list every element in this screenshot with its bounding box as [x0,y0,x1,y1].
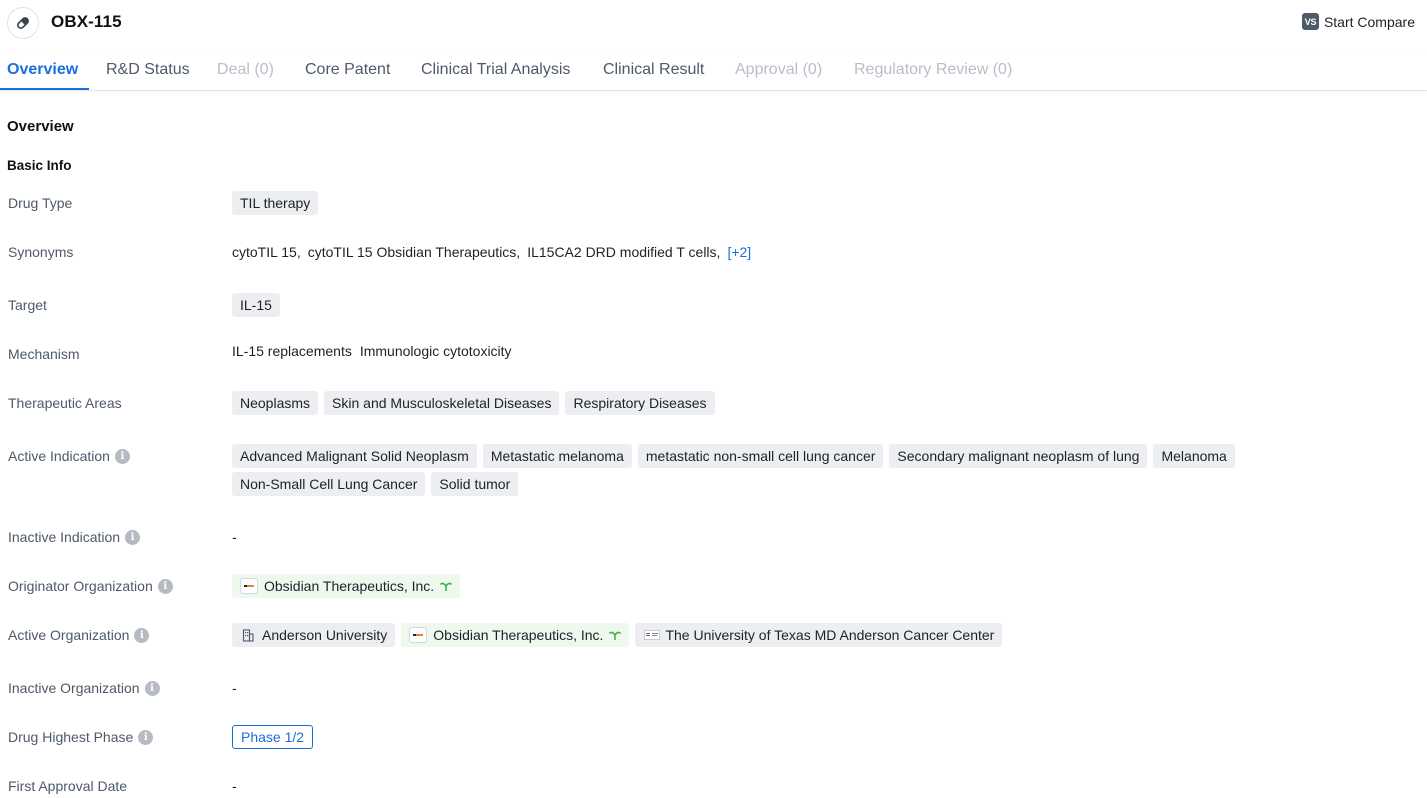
company-logo-icon [240,578,258,594]
info-icon[interactable]: i [134,627,150,643]
target-value: IL-15 [232,293,280,317]
inactive-indication-value: - [232,529,237,545]
institution-logo-icon [643,627,661,643]
tab-regulatory-review[interactable]: Regulatory Review (0) [854,61,1012,79]
start-compare-label: Start Compare [1323,13,1415,30]
mechanism-label: Mechanism [8,346,80,362]
originator-organization-value: Obsidian Therapeutics, Inc. [232,574,461,598]
section-title: Overview [7,118,74,135]
mechanism-value: IL-15 replacements Immunologic cytotoxic… [232,343,512,359]
basic-info-title: Basic Info [7,158,72,173]
pill-icon [7,7,39,39]
page-header: OBX-115 VS Start Compare [0,0,1427,46]
tab-clinical-trial-analysis[interactable]: Clinical Trial Analysis [421,61,570,79]
synonyms-label: Synonyms [8,244,74,260]
company-logo-icon [409,627,428,643]
drug-highest-phase-label: Drug Highest Phase i [8,729,154,745]
indication-tag[interactable]: Non-Small Cell Lung Cancer [232,472,426,496]
drug-type-value: TIL therapy [232,191,319,215]
active-organization-label: Active Organization i [8,627,150,643]
indication-tag[interactable]: Melanoma [1153,444,1235,468]
synonyms-more-link[interactable]: [+2] [727,244,751,260]
therapeutic-area-tag[interactable]: Respiratory Diseases [565,391,715,415]
info-icon[interactable]: i [144,680,160,696]
sprout-icon [609,628,622,643]
tab-core-patent[interactable]: Core Patent [305,61,390,79]
drug-highest-phase-value: Phase 1/2 [232,725,314,749]
therapeutic-areas-label: Therapeutic Areas [8,395,122,411]
synonyms-value: cytoTIL 15, cytoTIL 15 Obsidian Therapeu… [232,244,751,260]
synonym-item: cytoTIL 15, [232,244,301,260]
indication-tag[interactable]: Solid tumor [431,472,519,496]
drug-type-label: Drug Type [8,195,73,211]
tab-approval[interactable]: Approval (0) [735,61,822,79]
organization-tag[interactable]: Obsidian Therapeutics, Inc. [401,623,630,647]
info-icon[interactable]: i [125,529,141,545]
organization-tag[interactable]: The University of Texas MD Anderson Canc… [635,623,1003,647]
synonym-item: cytoTIL 15 Obsidian Therapeutics, [307,244,521,260]
active-organization-value: Anderson University Obsidian Therapeutic… [232,623,1003,647]
indication-tag[interactable]: metastatic non-small cell lung cancer [637,444,884,468]
therapeutic-area-tag[interactable]: Skin and Musculoskeletal Diseases [324,391,560,415]
inactive-organization-label: Inactive Organization i [8,680,160,696]
info-icon[interactable]: i [157,578,173,594]
phase-badge: Phase 1/2 [232,725,314,749]
target-tag[interactable]: IL-15 [232,293,280,317]
tab-overview[interactable]: Overview [7,61,78,79]
info-icon[interactable]: i [138,729,154,745]
sprout-icon [440,579,452,594]
therapeutic-areas-value: Neoplasms Skin and Musculoskeletal Disea… [232,391,715,415]
originator-organization-label: Originator Organization i [8,578,173,594]
mechanism-item: IL-15 replacements [232,343,352,359]
building-icon [240,627,256,643]
inactive-organization-value: - [232,680,237,696]
tab-clinical-result[interactable]: Clinical Result [603,61,704,79]
start-compare-button[interactable]: VS Start Compare [1301,13,1415,30]
active-indication-label: Active Indication i [8,448,130,464]
organization-tag[interactable]: Obsidian Therapeutics, Inc. [232,574,461,598]
indication-tag[interactable]: Secondary malignant neoplasm of lung [889,444,1148,468]
first-approval-date-label: First Approval Date [8,778,128,794]
drug-title: OBX-115 [51,12,122,31]
target-label: Target [8,297,47,313]
mechanism-item: Immunologic cytotoxicity [359,343,512,359]
organization-tag[interactable]: Anderson University [232,623,396,647]
info-icon[interactable]: i [114,448,130,464]
drug-type-tag[interactable]: TIL therapy [232,191,319,215]
indication-tag[interactable]: Metastatic melanoma [482,444,632,468]
indication-tag[interactable]: Advanced Malignant Solid Neoplasm [232,444,477,468]
first-approval-date-value: - [232,778,237,794]
compare-icon: VS [1301,13,1319,30]
inactive-indication-label: Inactive Indication i [8,529,141,545]
tab-bar: Overview R&D Status Deal (0) Core Patent… [0,50,1427,91]
active-indication-value: Advanced Malignant Solid Neoplasm Metast… [232,444,1427,496]
therapeutic-area-tag[interactable]: Neoplasms [232,391,319,415]
active-tab-indicator [0,88,89,90]
synonym-item: IL15CA2 DRD modified T cells, [527,244,721,260]
tab-deal[interactable]: Deal (0) [217,61,274,79]
tab-rd-status[interactable]: R&D Status [106,61,190,79]
